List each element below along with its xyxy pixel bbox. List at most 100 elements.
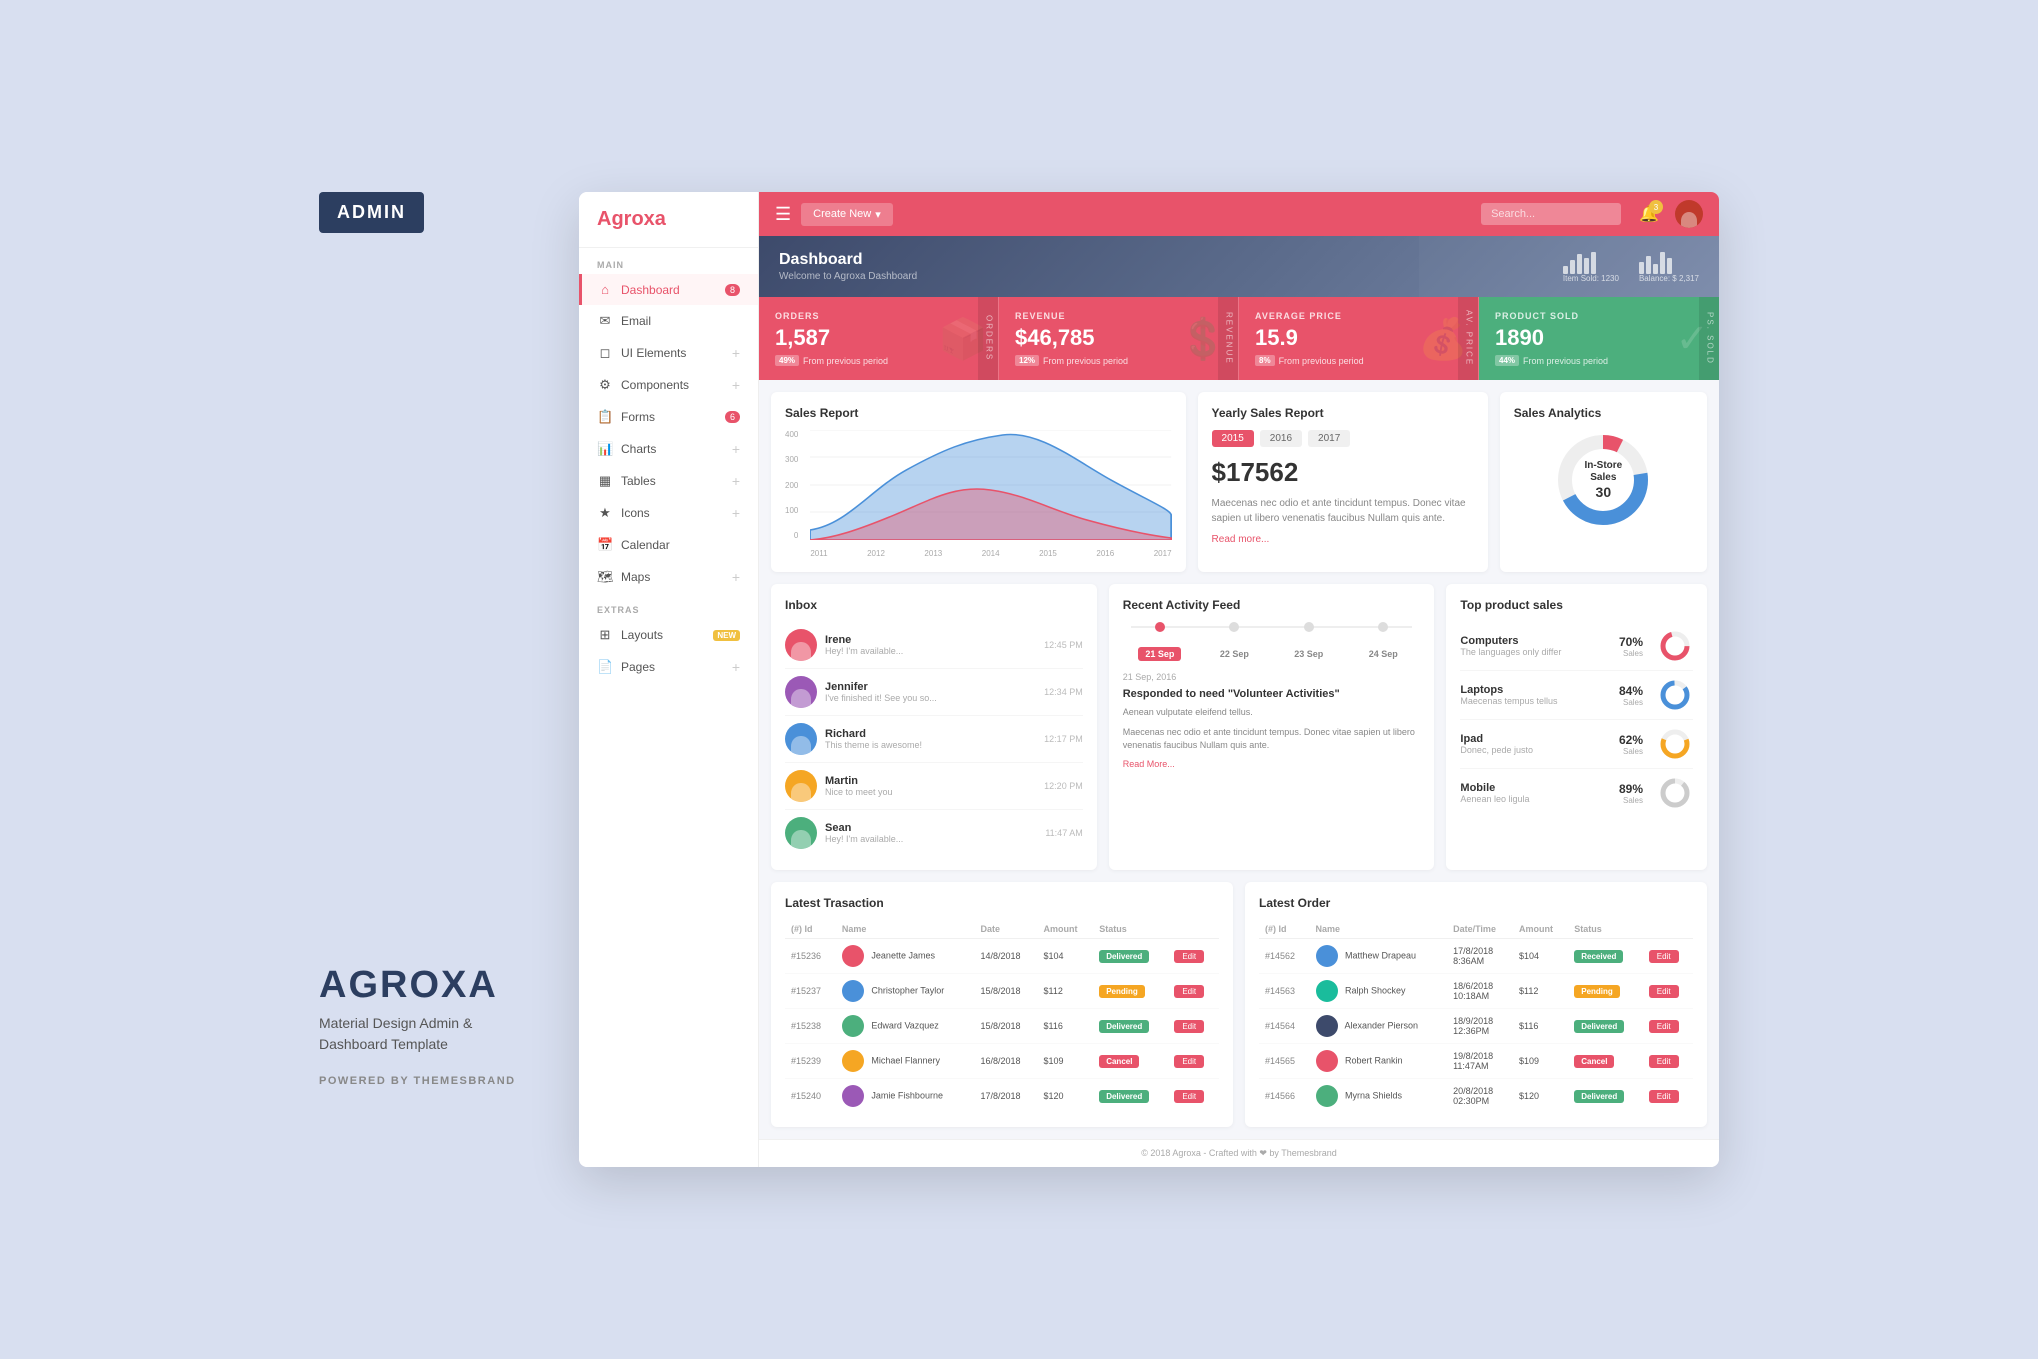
- cell-name: Jeanette James: [836, 939, 975, 974]
- search-input[interactable]: [1481, 203, 1621, 225]
- sidebar-item-email[interactable]: ✉ Email: [579, 305, 758, 337]
- cell-action[interactable]: Edit: [1643, 974, 1693, 1009]
- inbox-message-jennifer[interactable]: Jennifer I've finished it! See you so...…: [785, 669, 1083, 716]
- avatar-face: [1675, 200, 1703, 228]
- x-label: 2016: [1096, 549, 1114, 558]
- yearly-read-more[interactable]: Read more...: [1212, 534, 1474, 545]
- inbox-message-irene[interactable]: Irene Hey! I'm available... 12:45 PM: [785, 622, 1083, 669]
- cell-date: 19/8/201811:47AM: [1447, 1044, 1513, 1079]
- cell-action[interactable]: Edit: [1168, 1079, 1219, 1114]
- orders-change-text: From previous period: [803, 356, 888, 366]
- cell-action[interactable]: Edit: [1643, 939, 1693, 974]
- cell-date: 17/8/2018: [974, 1079, 1037, 1114]
- cell-action[interactable]: Edit: [1643, 1009, 1693, 1044]
- date-badge-2: 23 Sep: [1287, 647, 1330, 661]
- edit-button[interactable]: Edit: [1649, 1090, 1679, 1103]
- sidebar-item-pages[interactable]: 📄 Pages +: [579, 651, 758, 683]
- notification-bell[interactable]: 🔔 3: [1639, 204, 1659, 224]
- timeline-label-0[interactable]: 21 Sep: [1123, 644, 1197, 662]
- bar: [1639, 262, 1644, 274]
- sidebar-item-calendar[interactable]: 📅 Calendar: [579, 529, 758, 561]
- user-avatar[interactable]: [1675, 200, 1703, 228]
- order-table: (#) Id Name Date/Time Amount Status #145…: [1259, 920, 1693, 1113]
- cell-action[interactable]: Edit: [1168, 1044, 1219, 1079]
- table-header-row: (#) Id Name Date Amount Status: [785, 920, 1219, 939]
- msg-time-sean: 11:47 AM: [1045, 828, 1082, 838]
- timeline-dot-2: [1304, 622, 1314, 632]
- status-badge: Delivered: [1574, 1020, 1624, 1033]
- timeline-label-3[interactable]: 24 Sep: [1346, 644, 1420, 662]
- sales-report-title: Sales Report: [785, 406, 1172, 420]
- th-action: [1643, 920, 1693, 939]
- sidebar-item-tables[interactable]: ▦ Tables +: [579, 465, 758, 497]
- edit-button[interactable]: Edit: [1174, 950, 1204, 963]
- product-pct-label-laptops: Sales: [1619, 698, 1643, 707]
- cell-action[interactable]: Edit: [1168, 974, 1219, 1009]
- expand-icon: +: [732, 345, 740, 361]
- sidebar-item-layouts[interactable]: ⊞ Layouts NEW: [579, 619, 758, 651]
- cell-action[interactable]: Edit: [1168, 939, 1219, 974]
- cell-status: Received: [1568, 939, 1643, 974]
- donut-sub-text: 30: [1578, 484, 1628, 500]
- sidebar-item-maps[interactable]: 🗺 Maps +: [579, 561, 758, 593]
- sidebar-item-forms[interactable]: 📋 Forms 6: [579, 401, 758, 433]
- admin-badge: ADMIN: [319, 192, 424, 233]
- avgprice-pct: 8%: [1255, 355, 1275, 366]
- cell-id: #15236: [785, 939, 836, 974]
- sidebar-item-ui-elements[interactable]: ◻ UI Elements +: [579, 337, 758, 369]
- x-label: 2012: [867, 549, 885, 558]
- create-label: Create New: [813, 208, 871, 220]
- analytics-title: Sales Analytics: [1514, 406, 1693, 420]
- x-axis-labels: 2011 2012 2013 2014 2015 2016 2017: [810, 549, 1171, 558]
- msg-preview-jennifer: I've finished it! See you so...: [825, 693, 1036, 703]
- timeline-label-1[interactable]: 22 Sep: [1197, 644, 1271, 662]
- avatar-jennifer: [785, 676, 817, 708]
- year-tab-2017[interactable]: 2017: [1308, 430, 1350, 447]
- cell-action[interactable]: Edit: [1643, 1079, 1693, 1114]
- edit-button[interactable]: Edit: [1649, 1055, 1679, 1068]
- bar-chart-2: [1639, 250, 1699, 274]
- date-badge-1: 22 Sep: [1213, 647, 1256, 661]
- order-title: Latest Order: [1259, 896, 1693, 910]
- year-tab-2016[interactable]: 2016: [1260, 430, 1302, 447]
- status-badge: Delivered: [1099, 1090, 1149, 1103]
- edit-button[interactable]: Edit: [1174, 1055, 1204, 1068]
- bar: [1660, 252, 1665, 274]
- sidebar-item-icons[interactable]: ★ Icons +: [579, 497, 758, 529]
- activity-read-more[interactable]: Read More...: [1123, 759, 1421, 769]
- sidebar-item-charts[interactable]: 📊 Charts +: [579, 433, 758, 465]
- cell-status: Delivered: [1093, 1079, 1168, 1114]
- edit-button[interactable]: Edit: [1649, 985, 1679, 998]
- latest-order-card: Latest Order (#) Id Name Date/Time Amoun…: [1245, 882, 1707, 1127]
- th-date: Date: [974, 920, 1037, 939]
- year-tab-2015[interactable]: 2015: [1212, 430, 1254, 447]
- product-name-mobile: Mobile: [1460, 782, 1611, 794]
- charts-icon: 📊: [597, 441, 613, 457]
- table-row: #15240 Jamie Fishbourne 17/8/2018 $120 D…: [785, 1079, 1219, 1114]
- inbox-message-sean[interactable]: Sean Hey! I'm available... 11:47 AM: [785, 810, 1083, 856]
- stat-card-revenue: REVENUE $46,785 12% From previous period…: [999, 297, 1239, 380]
- edit-button[interactable]: Edit: [1174, 985, 1204, 998]
- cell-action[interactable]: Edit: [1168, 1009, 1219, 1044]
- edit-button[interactable]: Edit: [1174, 1020, 1204, 1033]
- sidebar-item-dashboard[interactable]: ⌂ Dashboard 8: [579, 274, 758, 305]
- cell-date: 15/8/2018: [974, 1009, 1037, 1044]
- edit-button[interactable]: Edit: [1649, 1020, 1679, 1033]
- mini-donut-ipad: [1657, 726, 1693, 762]
- sidebar-item-components[interactable]: ⚙ Components +: [579, 369, 758, 401]
- create-new-button[interactable]: Create New ▾: [801, 203, 893, 226]
- edit-button[interactable]: Edit: [1174, 1090, 1204, 1103]
- msg-preview-martin: Nice to meet you: [825, 787, 1036, 797]
- msg-info-jennifer: Jennifer I've finished it! See you so...: [825, 681, 1036, 703]
- timeline-label-2[interactable]: 23 Sep: [1272, 644, 1346, 662]
- cell-date: 20/8/201802:30PM: [1447, 1079, 1513, 1114]
- cell-action[interactable]: Edit: [1643, 1044, 1693, 1079]
- cell-date: 15/8/2018: [974, 974, 1037, 1009]
- prodsold-value: 1890: [1495, 325, 1703, 351]
- edit-button[interactable]: Edit: [1649, 950, 1679, 963]
- product-pct-ipad: 62%: [1619, 733, 1643, 747]
- y-label: 300: [785, 455, 798, 464]
- inbox-message-martin[interactable]: Martin Nice to meet you 12:20 PM: [785, 763, 1083, 810]
- hamburger-icon[interactable]: ☰: [775, 204, 791, 225]
- inbox-message-richard[interactable]: Richard This theme is awesome! 12:17 PM: [785, 716, 1083, 763]
